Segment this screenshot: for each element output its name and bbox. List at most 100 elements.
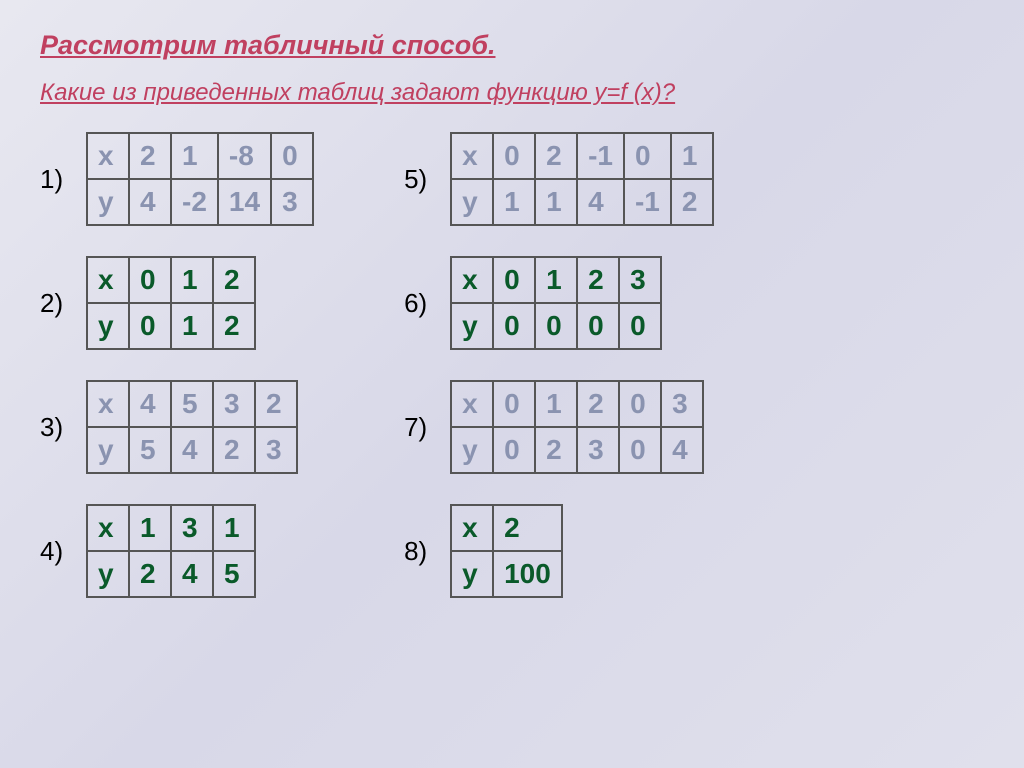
y-cell: 14 xyxy=(218,179,271,225)
row-label-x: х xyxy=(451,257,493,303)
x-cell: 5 xyxy=(171,381,213,427)
table-number: 1) xyxy=(40,164,74,195)
y-cell: 4 xyxy=(171,427,213,473)
x-cell: -1 xyxy=(577,133,624,179)
y-cell: 100 xyxy=(493,551,562,597)
y-cell: 1 xyxy=(535,179,577,225)
table-number: 4) xyxy=(40,536,74,567)
xy-table: х2у100 xyxy=(450,504,563,598)
y-cell: 4 xyxy=(171,551,213,597)
row-label-x: х xyxy=(87,133,129,179)
y-cell: 1 xyxy=(171,303,213,349)
row-label-x: х xyxy=(87,381,129,427)
y-cell: 0 xyxy=(493,427,535,473)
slide-subtitle: Какие из приведенных таблиц задают функц… xyxy=(40,79,984,107)
x-cell: 1 xyxy=(671,133,713,179)
y-cell: 3 xyxy=(255,427,297,473)
row-label-x: х xyxy=(87,505,129,551)
x-cell: 3 xyxy=(619,257,661,303)
y-cell: 1 xyxy=(493,179,535,225)
y-cell: 0 xyxy=(619,303,661,349)
y-cell: 4 xyxy=(577,179,624,225)
table-number: 6) xyxy=(404,288,438,319)
x-cell: 0 xyxy=(619,381,661,427)
x-cell: 3 xyxy=(171,505,213,551)
x-cell: -8 xyxy=(218,133,271,179)
row-label-y: у xyxy=(451,551,493,597)
table-block: 5)х02-101у114-12 xyxy=(404,132,714,226)
xy-table: х012 у012 xyxy=(86,256,256,350)
y-cell: -2 xyxy=(171,179,218,225)
x-cell: 1 xyxy=(129,505,171,551)
y-cell: 2 xyxy=(213,427,255,473)
xy-table: х0123у0000 xyxy=(450,256,662,350)
xy-table: х01203у02304 xyxy=(450,380,704,474)
y-cell: 3 xyxy=(577,427,619,473)
y-cell: 0 xyxy=(129,303,171,349)
x-cell: 3 xyxy=(213,381,255,427)
table-number: 5) xyxy=(404,164,438,195)
x-cell: 0 xyxy=(129,257,171,303)
y-cell: 3 xyxy=(271,179,313,225)
row-label-x: х xyxy=(87,257,129,303)
row-label-y: у xyxy=(451,303,493,349)
row-label-y: у xyxy=(451,427,493,473)
table-number: 2) xyxy=(40,288,74,319)
xy-table: х02-101у114-12 xyxy=(450,132,714,226)
x-cell: 2 xyxy=(129,133,171,179)
x-cell: 4 xyxy=(129,381,171,427)
table-number: 3) xyxy=(40,412,74,443)
x-cell: 1 xyxy=(171,257,213,303)
table-block: 3)х4532у5423 xyxy=(40,380,314,474)
table-block: 8) х2у100 xyxy=(404,504,714,598)
x-cell: 2 xyxy=(577,257,619,303)
table-block: 1) х21-80 у4-2143 xyxy=(40,132,314,226)
row-label-x: х xyxy=(451,505,493,551)
y-cell: 0 xyxy=(535,303,577,349)
y-cell: 2 xyxy=(213,303,255,349)
row-label-y: у xyxy=(87,551,129,597)
x-cell: 0 xyxy=(624,133,671,179)
row-label-x: х xyxy=(451,381,493,427)
row-label-x: х xyxy=(451,133,493,179)
y-cell: -1 xyxy=(624,179,671,225)
x-cell: 2 xyxy=(213,257,255,303)
y-cell: 2 xyxy=(535,427,577,473)
row-label-y: у xyxy=(87,427,129,473)
x-cell: 2 xyxy=(577,381,619,427)
x-cell: 0 xyxy=(493,133,535,179)
y-cell: 4 xyxy=(661,427,703,473)
y-cell: 0 xyxy=(577,303,619,349)
row-label-y: у xyxy=(87,303,129,349)
x-cell: 1 xyxy=(171,133,218,179)
x-cell: 2 xyxy=(255,381,297,427)
x-cell: 0 xyxy=(271,133,313,179)
table-grid: 1)х21-80у4-21432)х012у0123)х4532у54234)х… xyxy=(40,132,984,598)
table-block: 6)х0123у0000 xyxy=(404,256,714,350)
xy-table: х4532у5423 xyxy=(86,380,298,474)
table-number: 8) xyxy=(404,536,438,567)
y-cell: 5 xyxy=(129,427,171,473)
table-number: 7) xyxy=(404,412,438,443)
y-cell: 4 xyxy=(129,179,171,225)
x-cell: 2 xyxy=(493,505,562,551)
row-label-y: у xyxy=(87,179,129,225)
y-cell: 2 xyxy=(129,551,171,597)
x-cell: 3 xyxy=(661,381,703,427)
x-cell: 1 xyxy=(535,381,577,427)
table-block: 7)х01203у02304 xyxy=(404,380,714,474)
slide-title: Рассмотрим табличный способ. xyxy=(40,30,984,61)
row-label-y: у xyxy=(451,179,493,225)
x-cell: 1 xyxy=(535,257,577,303)
y-cell: 2 xyxy=(671,179,713,225)
y-cell: 0 xyxy=(619,427,661,473)
table-block: 2) х012 у012 xyxy=(40,256,314,350)
y-cell: 0 xyxy=(493,303,535,349)
table-block: 4) х131у245 xyxy=(40,504,314,598)
x-cell: 2 xyxy=(535,133,577,179)
xy-table: х21-80 у4-2143 xyxy=(86,132,314,226)
xy-table: х131у245 xyxy=(86,504,256,598)
x-cell: 0 xyxy=(493,257,535,303)
y-cell: 5 xyxy=(213,551,255,597)
x-cell: 0 xyxy=(493,381,535,427)
